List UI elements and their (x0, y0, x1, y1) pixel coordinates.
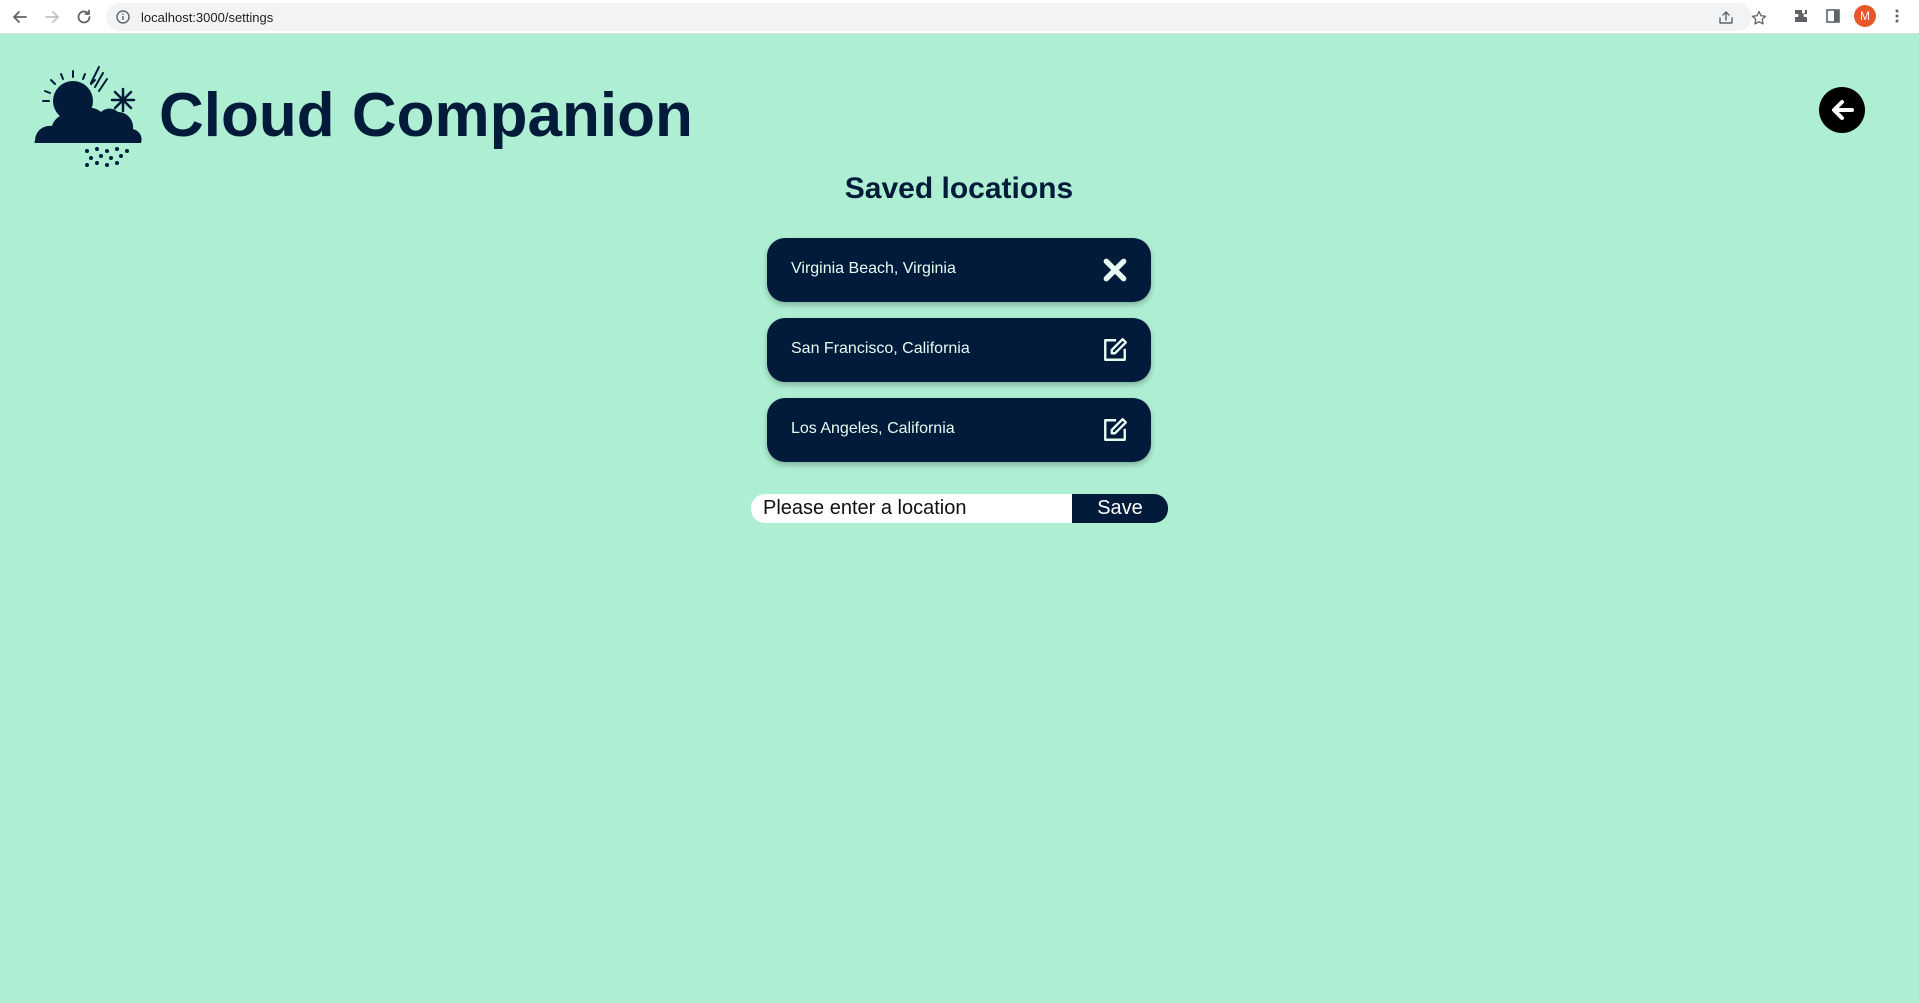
star-icon[interactable] (1751, 10, 1767, 26)
save-button[interactable]: Save (1072, 494, 1168, 523)
location-label: Los Angeles, California (791, 420, 955, 437)
weather-logo-icon (31, 63, 143, 169)
extensions-icon[interactable] (1791, 6, 1811, 26)
add-location-form: Save (751, 494, 1168, 523)
menu-dots-icon[interactable] (1887, 6, 1907, 26)
location-card[interactable]: Los Angeles, California (767, 398, 1151, 462)
close-icon[interactable] (1101, 256, 1129, 284)
app-title: Cloud Companion (159, 81, 693, 150)
edit-icon[interactable] (1101, 416, 1129, 444)
forward-arrow-icon[interactable] (40, 5, 64, 29)
address-bar[interactable]: localhost:3000/settings (106, 3, 1767, 31)
share-icon[interactable] (1718, 10, 1734, 26)
location-card[interactable]: San Francisco, California (767, 318, 1151, 382)
saved-locations-title: Saved locations (844, 172, 1074, 205)
location-input[interactable] (751, 494, 1073, 523)
arrow-left-icon[interactable] (1819, 87, 1865, 133)
location-label: San Francisco, California (791, 340, 970, 357)
browser-toolbar: localhost:3000/settings M (0, 0, 1919, 34)
url-text: localhost:3000/settings (141, 10, 274, 25)
location-label: Virginia Beach, Virginia (791, 260, 956, 277)
info-icon[interactable] (116, 10, 130, 24)
profile-avatar[interactable]: M (1854, 5, 1876, 27)
reload-icon[interactable] (72, 5, 96, 29)
edit-icon[interactable] (1101, 336, 1129, 364)
location-card[interactable]: Virginia Beach, Virginia (767, 238, 1151, 302)
side-panel-icon[interactable] (1823, 6, 1843, 26)
back-arrow-icon[interactable] (8, 5, 32, 29)
